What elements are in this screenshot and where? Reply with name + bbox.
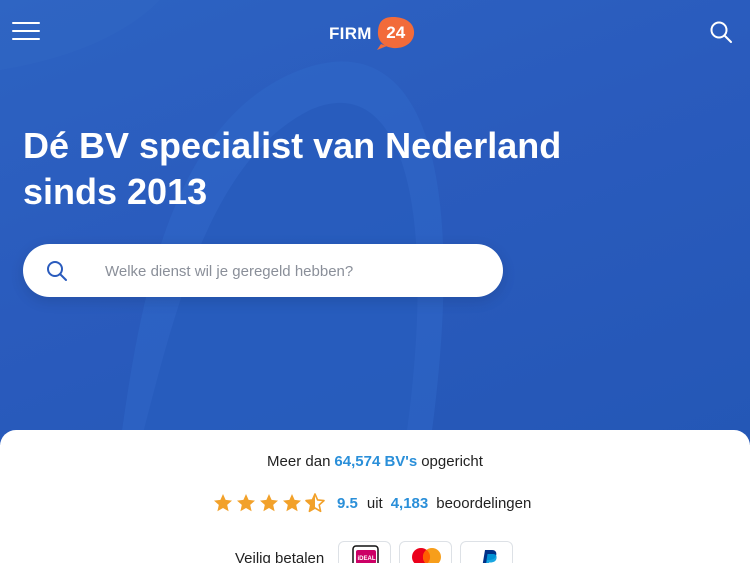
ideal-logo-text: iDEAL: [358, 556, 376, 562]
logo-badge: 24: [376, 16, 415, 50]
star-full-icon: [214, 494, 232, 512]
star-rating: [213, 493, 325, 513]
bv-count-prefix: Meer dan: [267, 453, 331, 470]
bv-count-value: 64,574 BV's: [334, 453, 418, 470]
payment-methods-row: Veilig betalen iDEAL: [235, 541, 521, 563]
star-full-icon: [260, 494, 278, 512]
logo-text: FIRM: [329, 23, 372, 43]
firm24-logo[interactable]: FIRM 24: [329, 16, 415, 50]
ideal-logo: iDEAL: [338, 541, 392, 563]
star-full-icon: [283, 494, 301, 512]
payment-label: Veilig betalen: [235, 550, 325, 563]
rating-connector: uit: [366, 494, 383, 512]
review-count: 4,183: [390, 494, 429, 512]
search-icon[interactable]: [709, 20, 733, 44]
hero-background-swirl: [0, 0, 444, 445]
search-icon: [47, 261, 67, 281]
logo-number: 24: [386, 23, 406, 42]
hero-section: FIRM 24 Dé BV specialist van Nederland s…: [0, 0, 750, 445]
hamburger-menu-icon[interactable]: [12, 20, 42, 44]
star-full-icon: [237, 494, 255, 512]
star-half-icon: [305, 493, 325, 513]
rating-row[interactable]: 9.5 uit 4,183 beoordelingen: [213, 493, 531, 513]
mastercard-logo: [399, 541, 453, 563]
bv-count-suffix: opgericht: [421, 453, 483, 470]
review-label: beoordelingen: [436, 494, 532, 512]
service-search-box[interactable]: [23, 244, 503, 297]
rating-score: 9.5: [337, 494, 358, 512]
service-search-input[interactable]: [105, 258, 485, 284]
bv-count-row: Meer dan 64,574 BV's opgericht: [0, 453, 750, 471]
paypal-logo: [460, 541, 514, 563]
page-title: Dé BV specialist van Nederland sinds 201…: [23, 125, 562, 212]
